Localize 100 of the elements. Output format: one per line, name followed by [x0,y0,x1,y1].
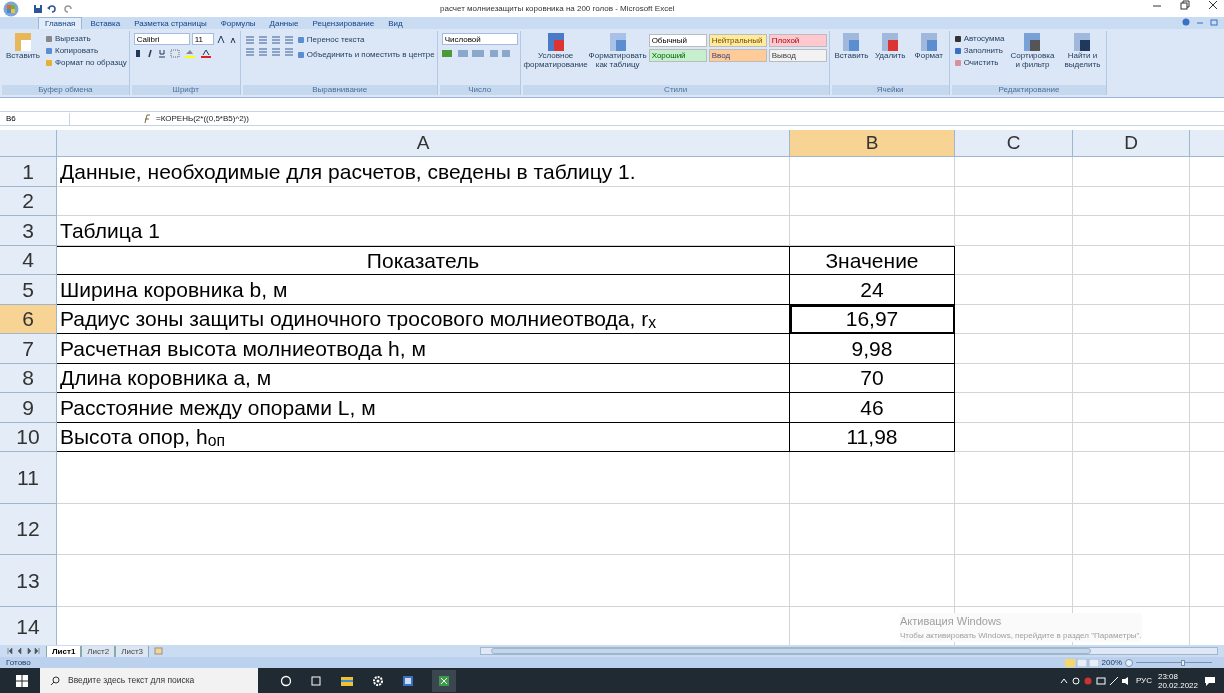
table-cell[interactable] [1073,275,1190,305]
ribbon-button[interactable]: Вставить [833,33,870,60]
cell-style-button[interactable]: Плохой [768,34,827,47]
notifications-icon[interactable] [1204,674,1216,687]
table-cell[interactable] [955,186,1073,216]
table-cell[interactable] [790,452,955,504]
sheet-tab[interactable]: Лист2 [81,645,116,657]
table-cell[interactable] [955,422,1073,452]
number-format-field[interactable]: Числовой [441,33,518,45]
settings-icon[interactable] [372,674,384,687]
scrollbar-thumb[interactable] [491,648,1091,654]
row-header[interactable]: 6 [0,304,57,334]
zoom-slider[interactable] [1136,658,1212,667]
zoom-out-icon[interactable] [1125,658,1133,667]
cell-style-button[interactable]: Хороший [648,49,707,62]
fill-color-icon[interactable] [183,49,196,58]
restore-icon[interactable] [1210,18,1218,26]
table-cell[interactable] [1073,216,1190,246]
table-cell[interactable] [1073,304,1190,334]
table-cell[interactable]: 24 [790,275,955,305]
table-cell[interactable]: Значение [790,245,955,275]
ribbon-button[interactable]: Формат [911,33,947,60]
table-cell[interactable] [790,157,955,187]
formula-field[interactable]: =КОРЕНЬ(2*((0,5*B5)^2)) [156,112,249,125]
row-header[interactable]: 3 [0,216,57,246]
table-cell[interactable]: Высота опор, h$_{оп}$ [57,422,790,452]
font-name-field[interactable]: Calibri [133,33,190,45]
row-header[interactable]: 14 [0,607,57,645]
table-cell[interactable] [955,452,1073,504]
table-cell[interactable] [955,216,1073,246]
number-format-icons[interactable] [441,49,512,58]
table-cell[interactable] [57,452,790,504]
table-cell[interactable]: Расчетная высота молниеотвода h, м [57,334,790,364]
ribbon-button[interactable]: Условное форматирование [524,33,587,69]
table-cell[interactable] [1073,555,1190,608]
cell-style-button[interactable]: Нейтральный [708,34,767,47]
table-cell[interactable]: Данные, необходимые для расчетов, сведены в таблицу 1. [57,157,790,187]
font-color-icon[interactable] [199,49,212,58]
ribbon-button[interactable]: Заполнить [953,45,1005,57]
office-logo-icon[interactable] [3,0,19,17]
fx-icon[interactable] [142,113,152,124]
row-header[interactable]: 1 [0,157,57,187]
ribbon-tab[interactable]: Разметка страницы [128,18,213,29]
column-header[interactable]: A [57,130,790,157]
ribbon-button[interactable]: Формат по образцу [45,57,127,69]
column-header[interactable] [1190,130,1224,157]
language-indicator[interactable]: РУС [1135,674,1152,687]
ribbon-tab[interactable]: Вид [382,18,409,29]
sheet-tab[interactable]: Лист3 [115,645,150,657]
close-icon[interactable] [1208,0,1218,10]
task-view-icon[interactable] [310,674,322,687]
table-cell[interactable] [1073,334,1190,364]
table-cell[interactable] [955,334,1073,364]
ribbon-button[interactable]: Найти и выделить [1060,33,1105,69]
restore-icon[interactable] [1180,0,1190,10]
row-header[interactable]: 13 [0,555,57,608]
table-cell[interactable]: 46 [790,393,955,423]
table-cell[interactable]: Расстояние между опорами L, м [57,393,790,423]
table-cell[interactable] [1073,393,1190,423]
table-cell[interactable] [1073,503,1190,556]
row-header[interactable]: 10 [0,422,57,452]
clock[interactable]: 23:08 20.02.2022 [1157,671,1198,690]
cell-style-button[interactable]: Обычный [648,34,707,47]
table-cell[interactable] [955,275,1073,305]
ribbon-tab[interactable]: Данные [263,18,305,29]
table-cell[interactable]: Радиус зоны защиты одиночного тросового молниеотвода, r$_{x}$ [57,304,790,334]
table-cell[interactable]: 9,98 [790,334,955,364]
taskbar-search-field[interactable]: Введите здесь текст для поиска [40,668,258,693]
cell-style-button[interactable]: Ввод [708,49,767,62]
table-cell[interactable] [1073,245,1190,275]
table-cell[interactable] [1073,186,1190,216]
table-cell[interactable] [955,363,1073,393]
row-header[interactable]: 2 [0,186,57,216]
table-cell[interactable] [1073,452,1190,504]
italic-icon[interactable] [145,49,154,58]
app-icon[interactable] [402,674,414,687]
table-cell[interactable] [955,157,1073,187]
table-cell[interactable]: Показатель [57,245,790,275]
new-sheet-icon[interactable] [153,647,166,655]
windows-start-icon[interactable] [15,673,29,688]
ribbon-tab[interactable]: Формулы [214,18,262,29]
sheet-tab[interactable]: Лист1 [46,645,82,657]
table-cell[interactable] [955,245,1073,275]
column-header[interactable]: B [790,130,955,157]
table-cell[interactable] [955,304,1073,334]
horizontal-scrollbar[interactable] [480,647,1218,655]
ribbon-button[interactable]: Вырезать [45,33,127,45]
row-header[interactable]: 4 [0,245,57,275]
cortana-icon[interactable] [280,674,292,687]
table-cell[interactable] [57,555,790,608]
table-cell[interactable] [790,216,955,246]
name-box[interactable]: B6 [0,112,70,125]
row-header[interactable]: 7 [0,334,57,364]
table-cell[interactable]: Ширина коровника b, м [57,275,790,305]
table-cell[interactable] [955,393,1073,423]
ribbon-tab[interactable]: Главная [38,17,83,29]
help-icon[interactable] [1182,18,1190,26]
row-header[interactable]: 8 [0,363,57,393]
ribbon-button[interactable]: Очистить [953,57,1005,69]
ribbon-tab[interactable]: Рецензирование [306,18,381,29]
